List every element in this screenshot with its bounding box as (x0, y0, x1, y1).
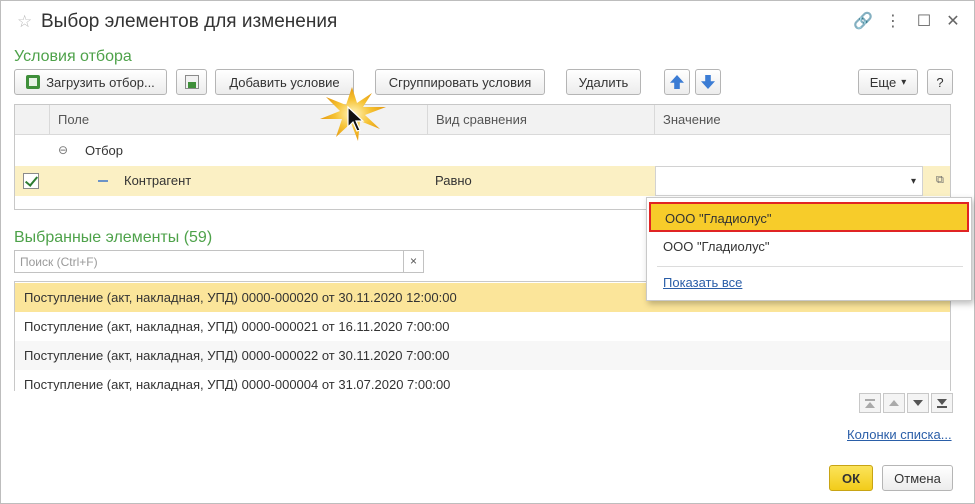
search-box: × (14, 250, 424, 273)
list-item[interactable]: Поступление (акт, накладная, УПД) 0000-0… (15, 370, 950, 391)
cancel-label: Отмена (894, 470, 941, 486)
more-actions-label: Еще (869, 74, 897, 90)
condition-item-icon (98, 180, 108, 182)
show-all-label: Показать все (663, 275, 743, 290)
move-up-button[interactable] (664, 69, 690, 95)
condition-checkbox[interactable] (23, 173, 39, 189)
arrow-up-icon (865, 401, 875, 408)
show-all-link[interactable]: Показать все (649, 268, 969, 298)
table-header: Поле Вид сравнения Значение (15, 105, 950, 135)
arrow-down-icon (701, 75, 715, 89)
more-actions-button[interactable]: Еще ▾ (858, 69, 918, 95)
scroll-last-button[interactable] (931, 393, 953, 413)
group-conditions-label: Сгруппировать условия (388, 74, 532, 90)
open-icon[interactable]: ⧉ (936, 166, 944, 195)
save-filter-button[interactable] (176, 69, 207, 95)
delete-label: Удалить (578, 74, 629, 90)
load-filter-button[interactable]: Загрузить отбор... (14, 69, 167, 95)
star-icon[interactable]: ☆ (17, 12, 32, 32)
document-icon (184, 75, 199, 89)
condition-value-field[interactable]: ▾ (655, 166, 923, 196)
more-icon[interactable]: ⋮ (883, 11, 903, 33)
conditions-table: Поле Вид сравнения Значение ⊖ Отбор Конт… (14, 104, 951, 210)
header-comparison[interactable]: Вид сравнения (427, 105, 654, 135)
header-value[interactable]: Значение (654, 105, 951, 135)
dialog-window: ☆ Выбор элементов для изменения 🔗 ⋮ ☐ ✕ … (0, 0, 975, 504)
group-label: Отбор (85, 143, 123, 158)
move-down-button[interactable] (695, 69, 721, 95)
collapse-toggle-icon[interactable]: ⊖ (58, 136, 68, 165)
condition-field: Контрагент (124, 173, 192, 188)
load-filter-icon (26, 75, 41, 89)
help-icon: ? (936, 74, 944, 90)
cancel-button[interactable]: Отмена (882, 465, 953, 491)
list-item[interactable]: Поступление (акт, накладная, УПД) 0000-0… (15, 312, 950, 341)
close-icon[interactable]: ✕ (943, 11, 963, 33)
clear-search-icon[interactable]: × (403, 251, 423, 272)
arrow-down-icon (913, 400, 923, 406)
dropdown-item-selected[interactable]: ООО "Гладиолус" (649, 202, 969, 232)
arrow-up-icon (670, 75, 684, 89)
filter-section-title: Условия отбора (14, 48, 132, 65)
help-button[interactable]: ? (927, 69, 953, 95)
last-bar-icon (937, 405, 947, 408)
list-columns-link[interactable]: Колонки списка... (847, 427, 952, 442)
group-conditions-button[interactable]: Сгруппировать условия (375, 69, 545, 95)
table-row-group[interactable]: ⊖ Отбор (15, 136, 950, 165)
value-dropdown: ООО "Гладиолус" ООО "Гладиолус" Показать… (646, 197, 972, 301)
scroll-up-button[interactable] (883, 393, 905, 413)
first-bar-icon (865, 398, 875, 401)
click-highlight-icon (320, 87, 386, 141)
dropdown-divider (657, 266, 963, 267)
ok-button[interactable]: ОК (829, 465, 873, 491)
header-check-column (15, 105, 49, 135)
window-title: Выбор элементов для изменения (41, 11, 338, 32)
link-icon[interactable]: 🔗 (853, 11, 873, 33)
selected-section-title: Выбранные элементы (59) (14, 229, 213, 246)
load-filter-label: Загрузить отбор... (46, 74, 155, 90)
dropdown-item[interactable]: ООО "Гладиолус" (649, 232, 969, 262)
search-input[interactable] (15, 251, 403, 272)
list-item[interactable]: Поступление (акт, накладная, УПД) 0000-0… (15, 341, 950, 370)
table-row-condition[interactable]: Контрагент Равно ▾ ⧉ (15, 166, 950, 196)
chevron-down-icon: ▾ (901, 76, 907, 88)
ok-label: ОК (841, 470, 861, 486)
chevron-down-icon[interactable]: ▾ (911, 167, 916, 196)
maximize-icon[interactable]: ☐ (914, 11, 934, 33)
scroll-down-button[interactable] (907, 393, 929, 413)
scroll-first-button[interactable] (859, 393, 881, 413)
condition-comparison[interactable]: Равно (435, 166, 472, 195)
arrow-down-icon (937, 398, 947, 405)
arrow-up-icon (889, 400, 899, 406)
delete-button[interactable]: Удалить (566, 69, 641, 95)
